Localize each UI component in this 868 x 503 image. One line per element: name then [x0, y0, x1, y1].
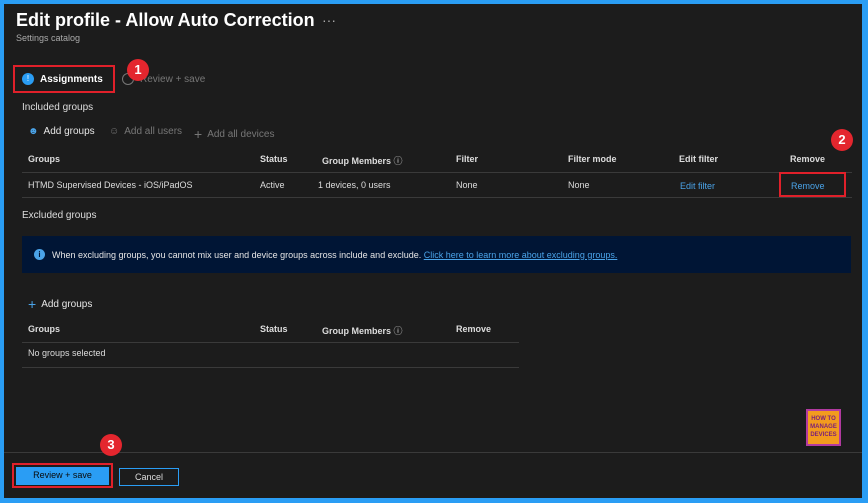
add-excluded-groups-button[interactable]: + Add groups: [28, 296, 92, 312]
filter: None: [456, 180, 478, 190]
column-header: Status: [260, 154, 288, 164]
group-name: HTMD Supervised Devices - iOS/iPadOS: [28, 180, 193, 190]
label: Add groups: [43, 126, 95, 137]
add-groups-button[interactable]: ☻ Add groups: [28, 126, 95, 137]
column-header: Remove: [790, 154, 826, 164]
edit-filter-link[interactable]: Edit filter: [680, 181, 715, 191]
column-header: Status: [260, 324, 288, 334]
divider: [22, 342, 519, 343]
users-icon: ☺: [109, 126, 120, 137]
step-label: Review + save: [140, 73, 206, 85]
column-header: Groups: [28, 154, 61, 164]
add-all-devices-button[interactable]: + Add all devices: [194, 126, 274, 142]
info-icon: i: [34, 249, 45, 260]
divider: [22, 367, 519, 368]
highlight-box: [779, 172, 846, 197]
divider: [4, 452, 862, 453]
add-user-icon: ☻: [28, 126, 39, 137]
column-header: Group Members ⓘ: [322, 326, 403, 336]
empty-message: No groups selected: [28, 348, 106, 358]
info-banner: i When excluding groups, you cannot mix …: [22, 236, 851, 273]
callout-badge: 1: [127, 59, 149, 81]
status: Active: [260, 180, 285, 190]
cancel-button[interactable]: Cancel: [119, 468, 179, 486]
column-header: Groups: [28, 324, 61, 334]
callout-badge: 2: [831, 129, 853, 151]
included-groups-heading: Included groups: [22, 102, 94, 113]
column-header: Group Members ⓘ: [322, 156, 403, 166]
excluded-groups-heading: Excluded groups: [22, 210, 97, 221]
divider: [22, 197, 852, 198]
column-header: Filter mode: [568, 154, 617, 164]
edit-profile-panel: Edit profile - Allow Auto Correction ···…: [4, 4, 862, 498]
callout-badge: 3: [100, 434, 122, 456]
page-subtitle: Settings catalog: [16, 33, 81, 43]
plus-icon: +: [28, 296, 37, 312]
review-save-button[interactable]: Review + save: [16, 467, 109, 485]
info-icon[interactable]: ⓘ: [394, 326, 403, 336]
page-title: Edit profile - Allow Auto Correction: [16, 10, 315, 30]
group-members: 1 devices, 0 users: [318, 180, 391, 190]
column-header: Edit filter: [679, 154, 719, 164]
divider: [22, 172, 852, 173]
label: Add groups: [41, 298, 93, 310]
learn-more-link[interactable]: Click here to learn more about excluding…: [424, 250, 618, 260]
add-all-users-button[interactable]: ☺ Add all users: [109, 126, 182, 137]
highlight-box: [13, 65, 115, 93]
plus-icon: +: [194, 126, 203, 142]
label: Add all devices: [207, 128, 275, 140]
column-header: Remove: [456, 324, 492, 334]
info-text: When excluding groups, you cannot mix us…: [52, 249, 422, 260]
more-options-button[interactable]: ···: [322, 12, 336, 28]
column-header: Filter: [456, 154, 479, 164]
logo: HOW TO MANAGE DEVICES: [806, 409, 841, 446]
filter-mode: None: [568, 180, 590, 190]
label: Add all users: [124, 126, 183, 137]
info-icon[interactable]: ⓘ: [394, 156, 403, 166]
